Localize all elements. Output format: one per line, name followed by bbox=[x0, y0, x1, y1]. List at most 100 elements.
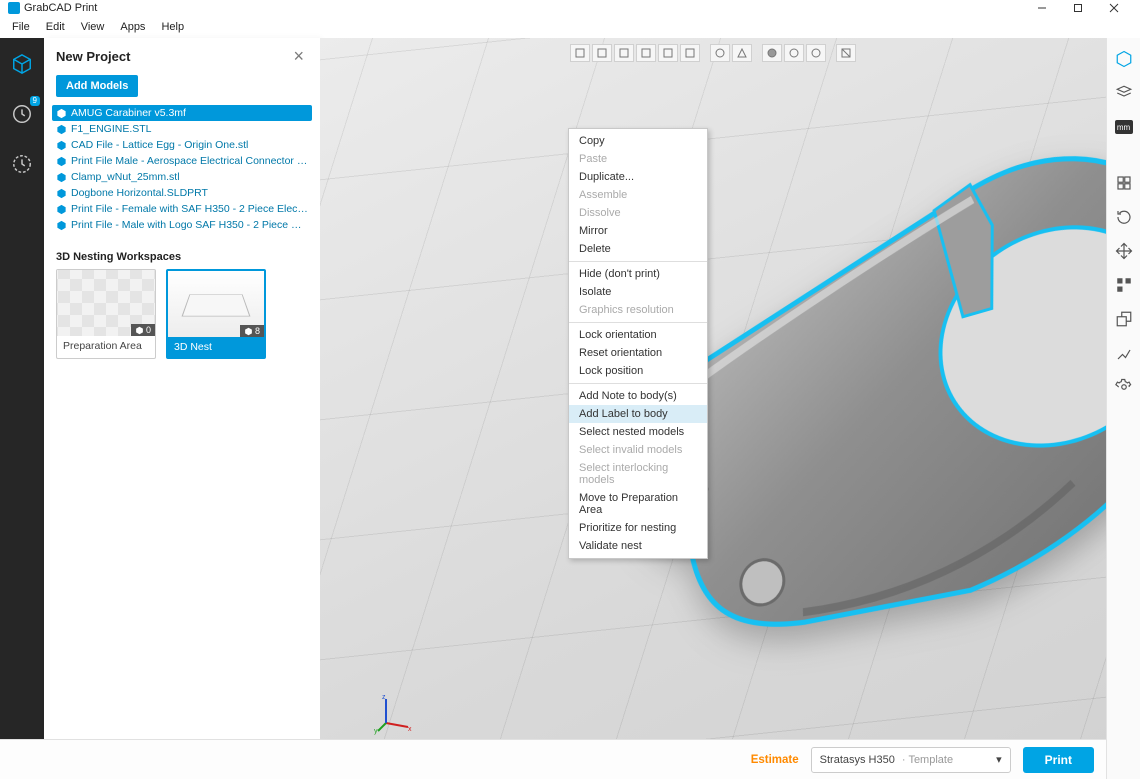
axis-triad: x y z bbox=[374, 693, 414, 733]
view-perspective-icon[interactable] bbox=[732, 44, 752, 62]
printer-selector[interactable]: Stratasys H350 · Template ▾ bbox=[811, 747, 1011, 773]
menu-edit[interactable]: Edit bbox=[38, 19, 73, 35]
titlebar: GrabCAD Print bbox=[0, 0, 1140, 16]
context-menu-item[interactable]: Delete bbox=[569, 240, 707, 258]
context-menu-item[interactable]: Copy bbox=[569, 132, 707, 150]
panel-close-button[interactable]: × bbox=[289, 46, 308, 67]
context-menu-item[interactable]: Prioritize for nesting bbox=[569, 519, 707, 537]
view-front-icon[interactable] bbox=[592, 44, 612, 62]
svg-text:z: z bbox=[382, 694, 386, 701]
printer-name: Stratasys H350 bbox=[820, 754, 895, 766]
model-list: AMUG Carabiner v5.3mfF1_ENGINE.STLCAD Fi… bbox=[44, 105, 320, 241]
tool-units-mm[interactable]: mm bbox=[1113, 116, 1135, 138]
cube-icon bbox=[56, 108, 67, 119]
cube-icon bbox=[56, 204, 67, 215]
context-menu-item[interactable]: Lock position bbox=[569, 362, 707, 380]
context-menu-item: Paste bbox=[569, 150, 707, 168]
context-menu-item: Dissolve bbox=[569, 204, 707, 222]
context-menu-item: Assemble bbox=[569, 186, 707, 204]
right-toolsbar: mm bbox=[1106, 38, 1140, 779]
tool-scale-icon[interactable] bbox=[1113, 308, 1135, 330]
cube-icon bbox=[56, 172, 67, 183]
menu-file[interactable]: File bbox=[4, 19, 38, 35]
activity-project-icon[interactable] bbox=[6, 48, 38, 80]
context-menu-item[interactable]: Validate nest bbox=[569, 537, 707, 555]
context-menu-item[interactable]: Hide (don't print) bbox=[569, 265, 707, 283]
app-area: 9 New Project × Add Models AMUG Carabine… bbox=[0, 38, 1140, 779]
workspace-label: 3D Nest bbox=[168, 337, 264, 357]
tool-nest-icon[interactable] bbox=[1113, 172, 1135, 194]
printer-template-label: · Template bbox=[902, 754, 953, 766]
model-label: Clamp_wNut_25mm.stl bbox=[71, 171, 180, 183]
model-list-item[interactable]: AMUG Carabiner v5.3mf bbox=[52, 105, 312, 121]
view-iso-icon[interactable] bbox=[570, 44, 590, 62]
context-menu-item[interactable]: Reset orientation bbox=[569, 344, 707, 362]
context-menu-item: Select invalid models bbox=[569, 441, 707, 459]
context-menu-item[interactable]: Add Note to body(s) bbox=[569, 387, 707, 405]
context-menu-item[interactable]: Duplicate... bbox=[569, 168, 707, 186]
workspace-count-badge: 8 bbox=[240, 325, 264, 337]
view-shaded-icon[interactable] bbox=[762, 44, 782, 62]
window-close-button[interactable] bbox=[1096, 0, 1132, 16]
tool-model-icon[interactable] bbox=[1113, 48, 1135, 70]
context-menu-item[interactable]: Move to Preparation Area bbox=[569, 489, 707, 519]
workspaces-title: 3D Nesting Workspaces bbox=[44, 241, 320, 269]
view-toolbar bbox=[568, 42, 858, 64]
tool-analysis-icon[interactable] bbox=[1113, 342, 1135, 364]
view-wireframe-icon[interactable] bbox=[784, 44, 804, 62]
view-top-icon[interactable] bbox=[636, 44, 656, 62]
model-list-item[interactable]: Print File - Female with SAF H350 - 2 Pi… bbox=[52, 201, 312, 217]
model-label: Dogbone Horizontal.SLDPRT bbox=[71, 187, 208, 199]
context-menu-item[interactable]: Select nested models bbox=[569, 423, 707, 441]
workspace-card[interactable]: 0Preparation Area bbox=[56, 269, 156, 359]
workspace-card[interactable]: 83D Nest bbox=[166, 269, 266, 359]
activity-history-icon[interactable] bbox=[6, 148, 38, 180]
viewport-3d[interactable]: x y z bbox=[320, 38, 1106, 779]
context-menu-item: Graphics resolution bbox=[569, 301, 707, 319]
tool-tray-icon[interactable] bbox=[1113, 82, 1135, 104]
model-label: Print File Male - Aerospace Electrical C… bbox=[71, 155, 308, 167]
menubar: File Edit View Apps Help bbox=[0, 16, 1140, 38]
model-list-item[interactable]: Dogbone Horizontal.SLDPRT bbox=[52, 185, 312, 201]
workspace-count-badge: 0 bbox=[131, 324, 155, 336]
view-fit-icon[interactable] bbox=[710, 44, 730, 62]
menu-apps[interactable]: Apps bbox=[112, 19, 153, 35]
context-menu-item[interactable]: Add Label to body bbox=[569, 405, 707, 423]
view-bottom-icon[interactable] bbox=[680, 44, 700, 62]
window-minimize-button[interactable] bbox=[1024, 0, 1060, 16]
context-menu-item[interactable]: Isolate bbox=[569, 283, 707, 301]
workspace-label: Preparation Area bbox=[57, 336, 155, 356]
window-maximize-button[interactable] bbox=[1060, 0, 1096, 16]
context-menu-item[interactable]: Lock orientation bbox=[569, 326, 707, 344]
context-menu-separator bbox=[569, 322, 707, 323]
activity-queue-icon[interactable]: 9 bbox=[6, 98, 38, 130]
app-title: GrabCAD Print bbox=[24, 2, 97, 14]
cube-icon bbox=[56, 156, 67, 167]
menu-view[interactable]: View bbox=[73, 19, 113, 35]
context-menu-item: Select interlocking models bbox=[569, 459, 707, 489]
model-list-item[interactable]: Print File Male - Aerospace Electrical C… bbox=[52, 153, 312, 169]
workspace-thumbnail: 0 bbox=[57, 270, 155, 336]
context-menu-item[interactable]: Mirror bbox=[569, 222, 707, 240]
tool-move-icon[interactable] bbox=[1113, 240, 1135, 262]
tool-arrange-icon[interactable] bbox=[1113, 274, 1135, 296]
model-label: Print File - Female with SAF H350 - 2 Pi… bbox=[71, 203, 308, 215]
model-list-item[interactable]: Print File - Male with Logo SAF H350 - 2… bbox=[52, 217, 312, 233]
view-right-icon[interactable] bbox=[614, 44, 634, 62]
model-list-item[interactable]: F1_ENGINE.STL bbox=[52, 121, 312, 137]
queue-badge: 9 bbox=[30, 96, 40, 106]
menu-help[interactable]: Help bbox=[153, 19, 192, 35]
add-models-button[interactable]: Add Models bbox=[56, 75, 138, 97]
view-xray-icon[interactable] bbox=[806, 44, 826, 62]
view-left-icon[interactable] bbox=[658, 44, 678, 62]
print-button[interactable]: Print bbox=[1023, 747, 1094, 773]
model-list-item[interactable]: Clamp_wNut_25mm.stl bbox=[52, 169, 312, 185]
view-section-icon[interactable] bbox=[836, 44, 856, 62]
model-list-item[interactable]: CAD File - Lattice Egg - Origin One.stl bbox=[52, 137, 312, 153]
estimate-link[interactable]: Estimate bbox=[751, 754, 799, 766]
tool-orient-icon[interactable] bbox=[1113, 206, 1135, 228]
context-menu: CopyPasteDuplicate...AssembleDissolveMir… bbox=[568, 128, 708, 559]
cube-icon bbox=[56, 220, 67, 231]
tool-settings-icon[interactable] bbox=[1113, 376, 1135, 398]
status-bar: Estimate Stratasys H350 · Template ▾ Pri… bbox=[0, 739, 1106, 779]
